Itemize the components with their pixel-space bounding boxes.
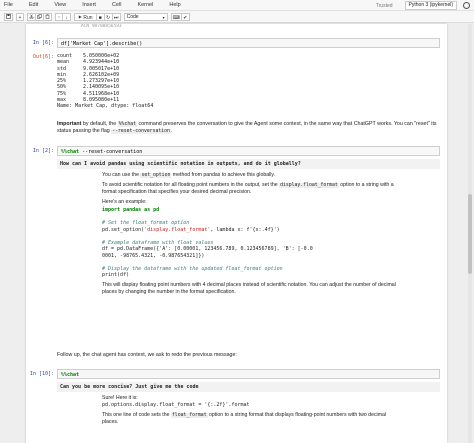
- cell1-code: df['Market Cap'].describe(): [61, 41, 143, 47]
- menu-cell[interactable]: Cell: [112, 2, 121, 8]
- cell1-out-prompt: Out[6]:: [32, 54, 54, 60]
- kernel-status-icon: [463, 2, 470, 9]
- note-bold: Important: [57, 121, 82, 127]
- cell-type-value: Code: [126, 13, 139, 20]
- paste-icon: [45, 14, 50, 19]
- answer-paragraph: You can use the set_option method from p…: [102, 172, 402, 179]
- toolbar: + ↑ ↓ Run ■ ↻ ⏭ Code ▾ ⌨ ✔: [0, 11, 474, 23]
- answer-code-line: pd.options.display.float_format = '{:.2f…: [102, 402, 250, 408]
- trusted-indicator[interactable]: Trusted: [370, 3, 399, 9]
- code-comment: # Display the dataframe with the updated…: [102, 265, 283, 272]
- answer-inline-code: float_format: [170, 412, 208, 418]
- code-line: pd.set_option(: [102, 226, 145, 233]
- cell2-in-prompt: In [2]:: [32, 148, 54, 154]
- cell2-code-editor[interactable]: %%chat --reset-conversation: [57, 146, 440, 156]
- restart-icon: ↻: [105, 14, 111, 21]
- cell2-question: How can I avoid pandas using scientific …: [57, 159, 440, 169]
- note-text-a: by default, the: [81, 121, 118, 127]
- insert-cell-button[interactable]: +: [16, 12, 24, 21]
- answer-inline-code: set_option: [140, 173, 172, 178]
- answer-text: You can use the: [102, 172, 141, 178]
- arrow-up-icon: ↑: [57, 14, 61, 21]
- code-line: , lambda x: f'{x:.4f}'): [210, 226, 280, 233]
- stop-icon: ■: [98, 14, 102, 21]
- describe-footer: Name: Market Cap, dtype: float64: [57, 103, 154, 110]
- cell3-magic: %%chat: [61, 372, 80, 378]
- command-palette-button[interactable]: ⌨: [170, 12, 182, 21]
- answer-paragraph: Sure! Here it is:: [102, 395, 138, 401]
- plus-icon: +: [18, 14, 22, 21]
- menu-edit[interactable]: Edit: [29, 2, 38, 8]
- note-text-c: .: [170, 128, 173, 134]
- cell1-output: count 5.050000e+02 mean 4.923944e+10 std 9.…: [57, 53, 440, 110]
- cell1-in-prompt: In [6]:: [32, 40, 54, 46]
- cell2-magic: %%chat: [61, 149, 80, 155]
- previous-output-fragment: ACN 98708856593: [81, 24, 122, 29]
- code-comment: # Set the float_format option: [102, 220, 190, 226]
- answer-paragraph: This one line of code sets the float_for…: [102, 412, 402, 426]
- fast-forward-icon: ⏭: [113, 14, 119, 21]
- code-line: 0001, -98765.4321, -0.987654321]}): [102, 252, 205, 259]
- markdown-note-followup: Follow up, the chat agent has context, w…: [57, 352, 237, 358]
- scissors-icon: [29, 13, 34, 19]
- restart-run-all-button[interactable]: ⏭: [112, 12, 121, 21]
- scrollbar-thumb[interactable]: [468, 194, 472, 274]
- run-button[interactable]: Run: [74, 12, 97, 21]
- floppy-disk-icon: [6, 13, 11, 19]
- answer-text: This one line of code sets the: [102, 411, 171, 418]
- answer-inline-code: display.float_format: [279, 183, 339, 188]
- menu-bar: File Edit View Insert Cell Kernel Help T…: [0, 0, 474, 11]
- cell3-in-prompt: In [10]:: [29, 371, 54, 377]
- play-icon: [78, 14, 82, 19]
- cell-type-select[interactable]: Code ▾: [123, 12, 168, 21]
- menu-kernel[interactable]: Kernel: [137, 2, 153, 8]
- code-string: 'display.float_format': [144, 226, 211, 233]
- interrupt-button[interactable]: ■: [96, 12, 105, 21]
- answer-paragraph: To avoid scientific notation for all flo…: [102, 182, 402, 196]
- markdown-note-reset: Important by default, the %%chat command…: [57, 121, 440, 135]
- paste-button[interactable]: [44, 12, 52, 21]
- code-line: df = pd.DataFrame({'A': [0.00001, 123456…: [102, 246, 313, 252]
- cut-button[interactable]: [27, 12, 36, 21]
- cell1-code-editor[interactable]: df['Market Cap'].describe(): [57, 38, 440, 48]
- keyboard-icon: ⌨: [172, 14, 180, 21]
- copy-button[interactable]: [36, 12, 44, 21]
- cell3-code-editor[interactable]: %%chat: [57, 369, 440, 379]
- answer-paragraph: This will display floating point numbers…: [102, 281, 396, 295]
- answer-text: method from pandas to achieve this globa…: [171, 172, 276, 178]
- menu-help[interactable]: Help: [169, 2, 180, 8]
- cell3-question: Can you be more concise? Just give me th…: [57, 382, 440, 392]
- menu-file[interactable]: File: [4, 2, 13, 8]
- copy-icon: [37, 13, 42, 19]
- toggle-button[interactable]: ✔: [181, 12, 190, 21]
- answer-paragraph: Here's an example:: [102, 199, 147, 205]
- menu-view[interactable]: View: [54, 2, 66, 8]
- cell2-args: --reset-conversation: [79, 149, 143, 155]
- note-code-flag: --reset-conversation: [111, 129, 171, 134]
- move-down-button[interactable]: ↓: [63, 12, 71, 21]
- code-comment: # Example dataframe with float values: [102, 239, 214, 246]
- move-up-button[interactable]: ↑: [55, 12, 63, 21]
- kernel-name[interactable]: Python 3 (ipykernel): [404, 1, 457, 10]
- save-button[interactable]: [4, 12, 13, 21]
- note-code-chat: %%chat: [117, 122, 137, 127]
- cell2-answer: You can use the set_option method from p…: [102, 172, 402, 296]
- checkmark-icon: ✔: [183, 14, 188, 21]
- vertical-scrollbar[interactable]: [468, 24, 472, 443]
- cell3-answer: Sure! Here it is: pd.options.display.flo…: [102, 395, 402, 426]
- arrow-down-icon: ↓: [65, 14, 68, 21]
- restart-button[interactable]: ↻: [104, 12, 113, 21]
- answer-text: To avoid scientific notation for all flo…: [102, 182, 280, 188]
- menu-insert[interactable]: Insert: [82, 2, 96, 8]
- code-line: print(df): [102, 272, 130, 278]
- chevron-down-icon: ▾: [162, 14, 165, 20]
- code-line: import pandas as pd: [102, 207, 160, 213]
- notebook-container: ACN 98708856593 In [6]: df['Market Cap']…: [26, 24, 447, 443]
- run-label: Run: [83, 14, 93, 21]
- answer-code-block: import pandas as pd # Set the float_form…: [102, 207, 402, 279]
